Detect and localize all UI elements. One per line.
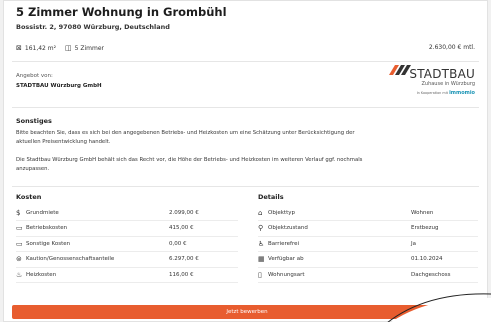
details-row: ♿ Barrierefrei Ja (258, 236, 478, 251)
wheelchair-icon: ♿ (258, 239, 265, 248)
rooms-icon: ◫ (65, 44, 72, 52)
rooms-value: 5 Zimmer (74, 44, 105, 52)
details-row-label: Objekttyp (268, 209, 295, 216)
details-row: ⌂ Objekttyp Wohnen (258, 205, 478, 220)
listing-title: 5 Zimmer Wohnung in Grombühl (16, 5, 227, 19)
home-icon: ⌂ (258, 208, 263, 217)
flame-icon: ♨ (16, 270, 23, 279)
details-row-value: Wohnen (411, 209, 434, 216)
logo-partner-name: immomio (449, 90, 475, 96)
kosten-row-value: 116,00 € (169, 271, 194, 278)
divider (12, 186, 479, 187)
details-row-label: Wohnungsart (268, 271, 305, 278)
logo-partner: In Kooperation mit immomio (417, 90, 475, 96)
logo-subtitle: Zuhause in Würzburg (421, 81, 475, 87)
divider (12, 107, 479, 108)
logo-stripes-icon (389, 65, 411, 75)
details-row-value: Dachgeschoss (411, 271, 451, 278)
money-icon: ▭ (16, 239, 23, 248)
details-row: ▯ Wohnungsart Dachgeschoss (258, 267, 478, 282)
listing-facts: ⊠ 161,42 m² ◫ 5 Zimmer (16, 44, 104, 52)
kosten-row-label: Heizkosten (26, 271, 57, 278)
logo-partner-text: In Kooperation mit (416, 91, 448, 95)
apply-button[interactable]: Jetzt bewerben (12, 305, 482, 319)
divider (12, 61, 479, 62)
row-divider (258, 282, 478, 283)
sonstiges-title: Sonstiges (16, 117, 52, 125)
kosten-row-label: Sonstige Kosten (26, 240, 71, 247)
sonstiges-paragraph-1: Bitte beachten Sie, dass es sich bei den… (16, 130, 355, 145)
area-icon: ⊠ (16, 44, 22, 52)
kosten-row-value: 2.099,00 € (169, 209, 199, 216)
kosten-row: $ Grundmiete 2.099,00 € (16, 205, 238, 220)
paint-roller-icon: ⚲ (258, 224, 264, 232)
kosten-row-label: Betriebskosten (26, 225, 68, 231)
details-row-value: 01.10.2024 (411, 256, 443, 262)
details-row: ⚲ Objektzustand Erstbezug (258, 221, 478, 236)
money-icon: ▭ (16, 224, 23, 232)
offer-company: STADTBAU Würzburg GmbH (16, 83, 102, 89)
details-row-value: Ja (411, 240, 416, 247)
kosten-row-value: 415,00 € (169, 225, 194, 231)
area-value: 161,42 m² (24, 44, 57, 52)
details-row-label: Verfügbar ab (268, 256, 304, 262)
logo-name: STADTBAU (409, 67, 475, 81)
sonstiges-paragraph-2: Die Stadtbau Würzburg GmbH behält sich d… (16, 157, 363, 172)
details-row-label: Barrierefrei (268, 240, 299, 247)
building-icon: ▯ (258, 270, 262, 279)
details-row-value: Erstbezug (411, 225, 439, 231)
details-row-label: Objektzustand (268, 225, 308, 231)
calendar-icon: ▦ (258, 255, 265, 263)
kosten-row: ▭ Betriebskosten 415,00 € (16, 221, 238, 236)
details-title: Details (258, 193, 284, 201)
kosten-row-value: 0,00 € (169, 240, 187, 247)
kosten-row: ♨ Heizkosten 116,00 € (16, 267, 238, 282)
kosten-row: ⊜ Kaution/Genossenschaftsanteile 6.297,00 … (16, 252, 238, 267)
kosten-row-label: Kaution/Genossenschaftsanteile (26, 256, 115, 262)
kosten-row-label: Grundmiete (26, 209, 59, 216)
offer-label: Angebot von: (16, 73, 53, 79)
kosten-row: ▭ Sonstige Kosten 0,00 € (16, 236, 238, 251)
listing-price: 2.630,00 € mtl. (428, 44, 475, 51)
kosten-title: Kosten (16, 193, 42, 201)
stadtbau-logo: STADTBAU Zuhause in Würzburg In Kooperat… (375, 63, 475, 99)
row-divider (16, 282, 238, 283)
kosten-row-value: 6.297,00 € (169, 256, 199, 262)
dollar-icon: $ (16, 208, 21, 217)
details-row: ▦ Verfügbar ab 01.10.2024 (258, 252, 478, 267)
listing-address: Bossistr. 2, 97080 Würzburg, Deutschland (16, 23, 170, 31)
listing-card: 5 Zimmer Wohnung in Grombühl Bossistr. 2… (3, 0, 488, 322)
safe-icon: ⊜ (16, 255, 22, 263)
